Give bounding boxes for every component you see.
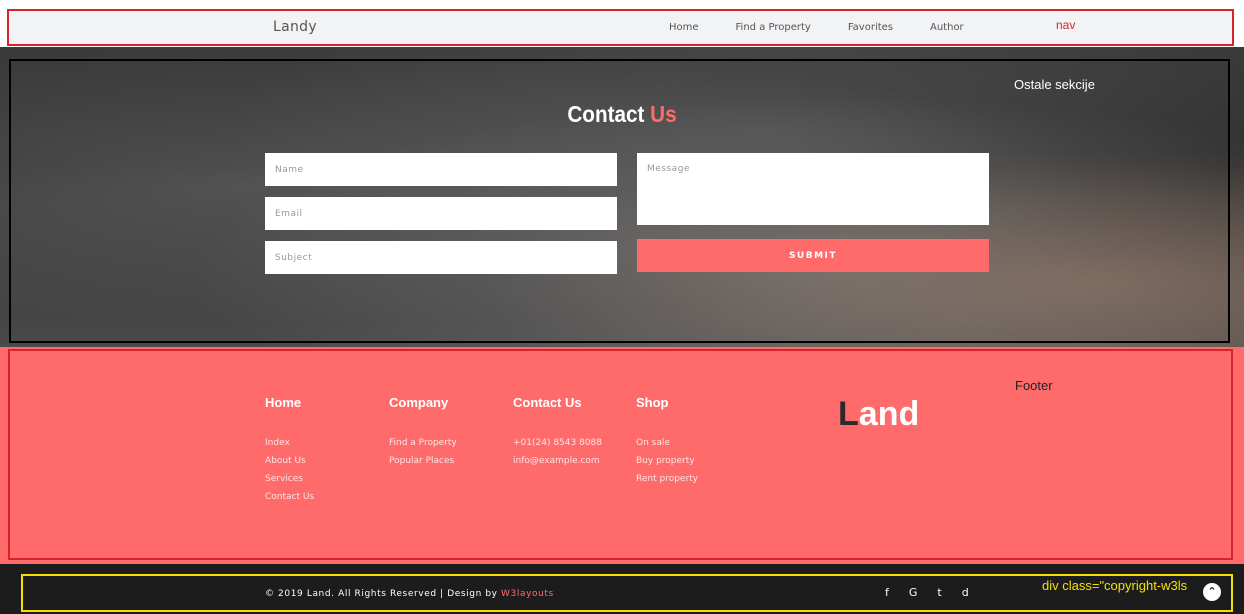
footer-link-find-property[interactable]: Find a Property <box>389 438 509 448</box>
navbar: Landy Home Find a Property Favorites Aut… <box>7 9 1234 46</box>
footer-annotation-label: Footer <box>1015 378 1053 393</box>
design-credit-link[interactable]: W3layouts <box>501 589 554 599</box>
message-textarea[interactable] <box>637 153 989 225</box>
footer-link-services[interactable]: Services <box>265 474 385 484</box>
copyright-text: © 2019 Land. All Rights Reserved | Desig… <box>265 589 554 599</box>
footer-link-about[interactable]: About Us <box>265 456 385 466</box>
contact-title-main: Contact <box>567 101 645 127</box>
footer-link-buy-property[interactable]: Buy property <box>636 456 756 466</box>
footer-column-company: Company Find a Property Popular Places <box>389 395 509 474</box>
contact-section: Ostale sekcije Contact Us SUBMIT <box>0 47 1244 349</box>
chevron-double-up-icon[interactable]: ⌃ <box>1203 583 1221 601</box>
twitter-icon[interactable]: t <box>937 586 941 599</box>
footer-link-contact[interactable]: Contact Us <box>265 492 385 502</box>
copyright-statement: © 2019 Land. All Rights Reserved | Desig… <box>265 589 502 599</box>
footer-column-shop: Shop On sale Buy property Rent property <box>636 395 756 492</box>
facebook-icon[interactable]: f <box>885 586 889 599</box>
contact-title-accent: Us <box>650 101 677 127</box>
brand-logo[interactable]: Landy <box>273 19 317 35</box>
sections-annotation-label: Ostale sekcije <box>1014 77 1095 92</box>
footer-logo[interactable]: Land <box>838 395 919 434</box>
copyright-annotation-label: div class="copyright-w3ls <box>1042 578 1188 593</box>
footer-heading: Contact Us <box>513 395 582 410</box>
nav-annotation-label: nav <box>1056 18 1076 32</box>
subject-input[interactable] <box>265 241 617 274</box>
email-input[interactable] <box>265 197 617 230</box>
footer-heading: Company <box>389 395 449 410</box>
nav-link-find-property[interactable]: Find a Property <box>736 22 811 33</box>
footer-logo-rest: and <box>858 395 920 433</box>
footer-link-on-sale[interactable]: On sale <box>636 438 756 448</box>
social-links: f G t d <box>885 586 989 599</box>
footer-link-email[interactable]: info@example.com <box>513 456 633 466</box>
submit-button[interactable]: SUBMIT <box>637 239 989 272</box>
nav-link-author[interactable]: Author <box>930 22 964 33</box>
footer-logo-first-letter: L <box>838 395 859 433</box>
nav-links: Home Find a Property Favorites Author <box>669 22 1001 33</box>
footer-heading: Shop <box>636 395 669 410</box>
nav-link-home[interactable]: Home <box>669 22 699 33</box>
footer-link-rent-property[interactable]: Rent property <box>636 474 756 484</box>
footer-heading: Home <box>265 395 302 410</box>
dribbble-icon[interactable]: d <box>962 586 969 599</box>
footer-link-popular-places[interactable]: Popular Places <box>389 456 509 466</box>
google-plus-icon[interactable]: G <box>909 586 918 599</box>
nav-link-favorites[interactable]: Favorites <box>848 22 893 33</box>
footer-link-phone[interactable]: +01(24) 8543 8088 <box>513 438 633 448</box>
footer-column-contact: Contact Us +01(24) 8543 8088 info@exampl… <box>513 395 633 474</box>
copyright-bar: © 2019 Land. All Rights Reserved | Desig… <box>0 564 1244 614</box>
footer-link-index[interactable]: Index <box>265 438 385 448</box>
footer-column-home: Home Index About Us Services Contact Us <box>265 395 385 510</box>
name-input[interactable] <box>265 153 617 186</box>
contact-title: Contact Us <box>62 101 1182 128</box>
footer: Footer Home Index About Us Services Cont… <box>0 347 1244 564</box>
